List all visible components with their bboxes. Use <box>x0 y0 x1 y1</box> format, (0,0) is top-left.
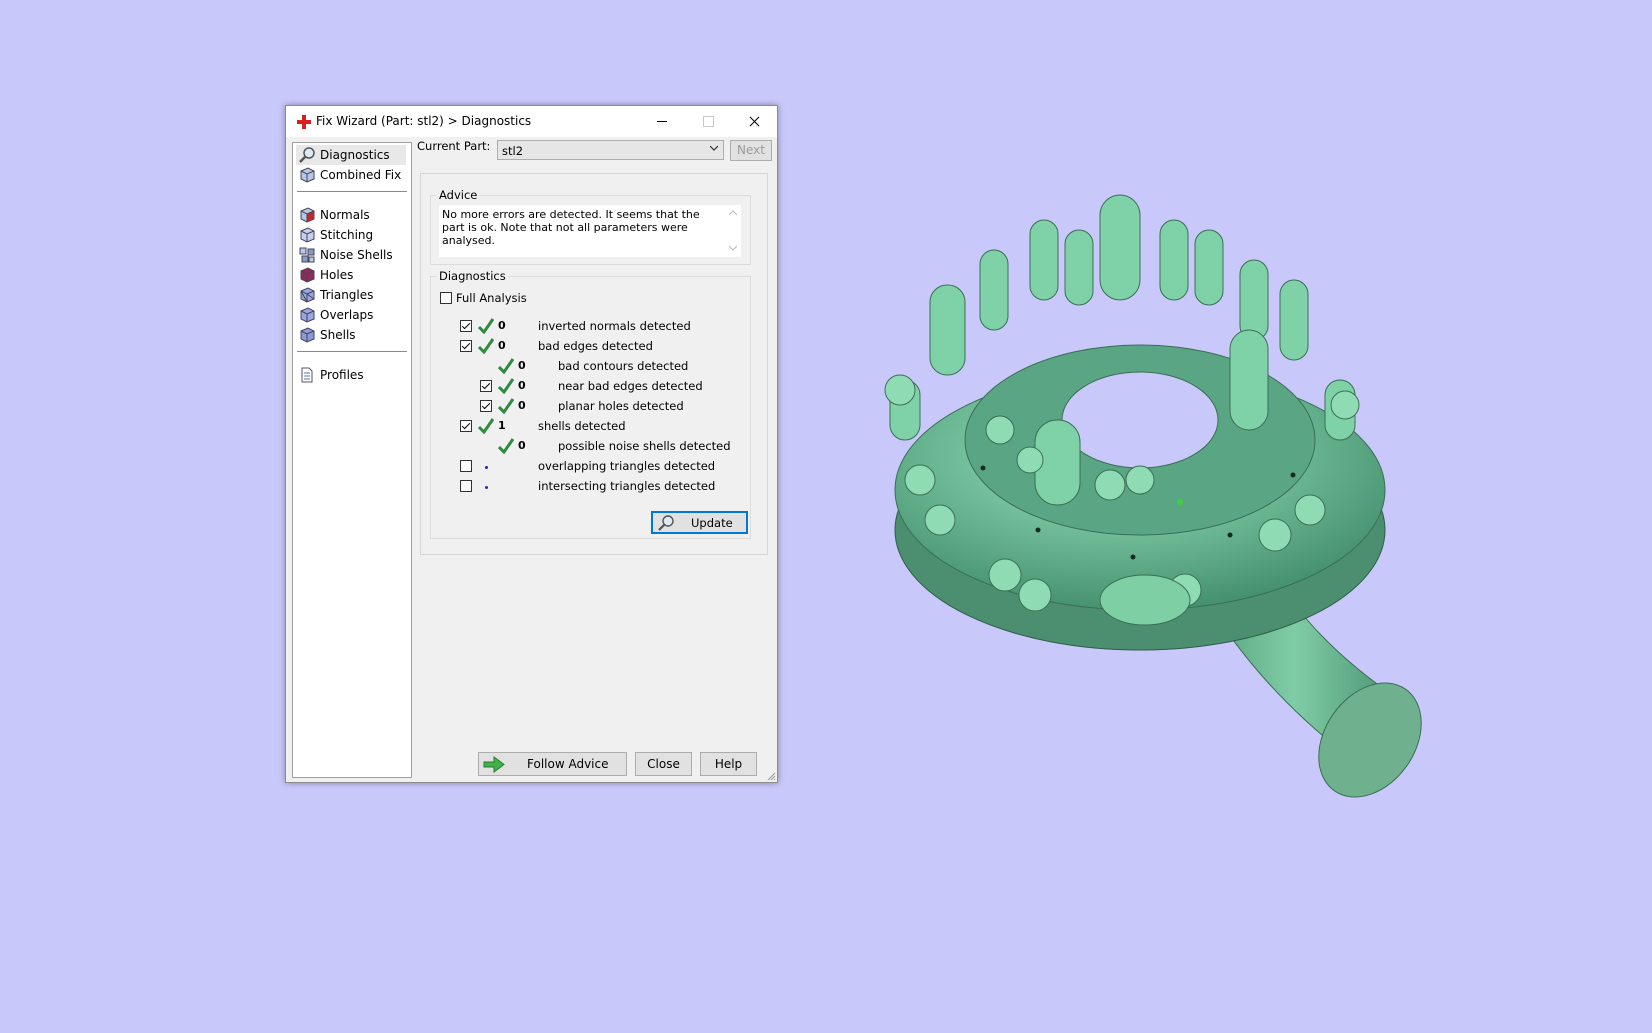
green-check-icon <box>498 438 514 454</box>
full-analysis-checkbox[interactable] <box>440 292 452 304</box>
shells-label: shells detected <box>538 419 626 433</box>
noise-shells-icon <box>299 247 315 263</box>
advice-scrollbar[interactable] <box>724 205 741 257</box>
shells-count: 1 <box>498 419 506 432</box>
nav-separator <box>297 351 407 352</box>
resize-grip-icon[interactable] <box>766 771 776 781</box>
current-part-select[interactable]: stl2 <box>497 140 724 160</box>
overlaps-cube-icon <box>300 307 315 323</box>
magnifier-icon <box>299 147 315 163</box>
green-check-icon <box>478 418 494 434</box>
near-bad-edges-count: 0 <box>518 379 526 392</box>
window-title: Fix Wizard (Part: stl2) > Diagnostics <box>316 114 532 128</box>
near-bad-edges-checkbox[interactable] <box>480 380 492 392</box>
nav-item-triangles[interactable]: Triangles <box>296 285 406 305</box>
stitching-cube-icon <box>300 227 315 243</box>
close-window-button[interactable] <box>731 106 777 137</box>
intersecting-triangles-label: intersecting triangles detected <box>538 479 716 493</box>
bad-contours-label: bad contours detected <box>558 359 689 373</box>
green-check-icon <box>498 398 514 414</box>
nav-item-noise-shells[interactable]: Noise Shells <box>296 245 406 265</box>
update-label: Update <box>691 516 733 530</box>
near-bad-edges-label: near bad edges detected <box>558 379 703 393</box>
nav-item-diagnostics[interactable]: Diagnostics <box>296 145 406 165</box>
wizard-nav: Diagnostics Combined Fix Normals Stitchi… <box>292 142 412 778</box>
noise-shells-label: possible noise shells detected <box>558 439 731 453</box>
current-part-value: stl2 <box>502 144 524 158</box>
planar-holes-count: 0 <box>518 399 526 412</box>
maximize-button[interactable] <box>685 106 731 137</box>
current-part-label: Current Part: <box>417 139 491 153</box>
nav-item-shells[interactable]: Shells <box>296 325 406 345</box>
shells-cube-icon <box>300 327 315 343</box>
nav-item-normals[interactable]: Normals <box>296 205 406 225</box>
planar-holes-label: planar holes detected <box>558 399 684 413</box>
green-check-icon <box>478 318 494 334</box>
title-bar[interactable]: Fix Wizard (Part: stl2) > Diagnostics <box>286 106 777 137</box>
follow-advice-button[interactable]: Follow Advice <box>478 752 627 776</box>
chevron-down-icon <box>710 145 718 151</box>
magnifier-icon <box>658 515 674 531</box>
full-analysis-label: Full Analysis <box>456 291 527 305</box>
inverted-normals-checkbox[interactable] <box>460 320 472 332</box>
noise-shells-count: 0 <box>518 439 526 452</box>
bad-edges-checkbox[interactable] <box>460 340 472 352</box>
intersecting-triangles-checkbox[interactable] <box>460 480 472 492</box>
diagnostics-panel: Advice No more errors are detected. It s… <box>420 173 768 555</box>
update-button[interactable]: Update <box>651 511 748 534</box>
triangles-cube-icon <box>300 287 315 303</box>
overlapping-triangles-label: overlapping triangles detected <box>538 459 716 473</box>
planar-holes-checkbox[interactable] <box>480 400 492 412</box>
diagnostics-group: Diagnostics Full Analysis 0 inverted nor… <box>430 269 751 539</box>
nav-item-holes[interactable]: Holes <box>296 265 406 285</box>
green-check-icon <box>498 378 514 394</box>
nav-item-stitching[interactable]: Stitching <box>296 225 406 245</box>
advice-title: Advice <box>437 188 480 202</box>
nav-item-profiles[interactable]: Profiles <box>296 365 406 385</box>
bad-edges-label: bad edges detected <box>538 339 653 353</box>
red-cross-icon <box>297 115 311 129</box>
green-check-icon <box>478 338 494 354</box>
advice-group: Advice No more errors are detected. It s… <box>430 188 751 265</box>
follow-advice-label: Follow Advice <box>527 757 609 771</box>
holes-cube-icon <box>300 267 315 283</box>
scroll-up-icon <box>729 210 737 216</box>
inverted-normals-label: inverted normals detected <box>538 319 691 333</box>
pending-dot-icon <box>485 466 488 469</box>
fix-wizard-window: Fix Wizard (Part: stl2) > Diagnostics Di… <box>285 105 778 783</box>
scroll-down-icon <box>729 245 737 251</box>
close-button[interactable]: Close <box>635 752 692 776</box>
next-button[interactable]: Next <box>730 140 772 161</box>
pending-dot-icon <box>485 486 488 489</box>
normals-cube-icon <box>300 207 315 223</box>
green-arrow-icon <box>483 756 505 773</box>
nav-item-combined-fix[interactable]: Combined Fix <box>296 165 406 185</box>
advice-textbox[interactable]: No more errors are detected. It seems th… <box>439 205 724 257</box>
bad-edges-count: 0 <box>498 339 506 352</box>
document-icon <box>301 367 313 383</box>
nav-separator <box>297 191 407 192</box>
shells-checkbox[interactable] <box>460 420 472 432</box>
inverted-normals-count: 0 <box>498 319 506 332</box>
bad-contours-count: 0 <box>518 359 526 372</box>
cube-icon <box>300 167 315 183</box>
advice-text: No more errors are detected. It seems th… <box>442 208 700 247</box>
minimize-button[interactable] <box>639 106 685 137</box>
help-button[interactable]: Help <box>700 752 757 776</box>
nav-item-overlaps[interactable]: Overlaps <box>296 305 406 325</box>
model-3d-view[interactable] <box>870 190 1470 840</box>
diagnostics-title: Diagnostics <box>437 269 508 283</box>
green-check-icon <box>498 358 514 374</box>
overlapping-triangles-checkbox[interactable] <box>460 460 472 472</box>
